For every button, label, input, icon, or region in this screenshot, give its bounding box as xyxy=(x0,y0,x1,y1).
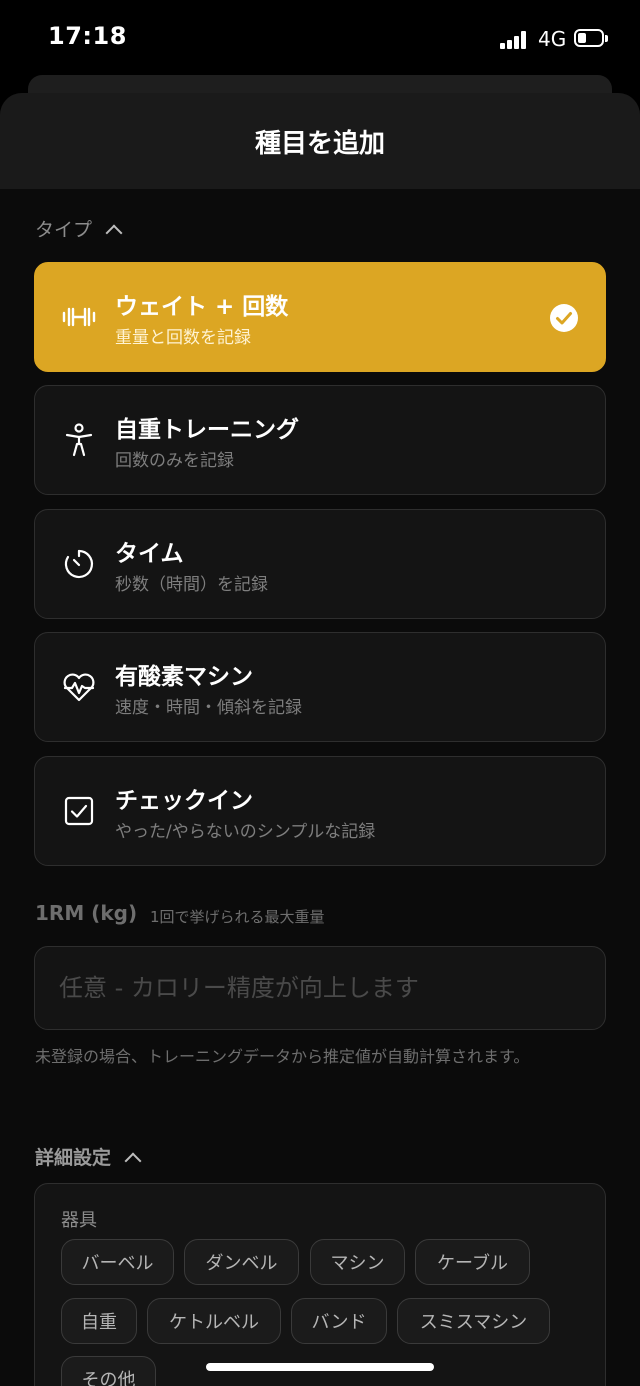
equipment-chip-other[interactable]: その他 xyxy=(61,1356,156,1386)
type-option-checkin[interactable]: チェックイン やった/やらないのシンプルな記録 xyxy=(34,756,606,866)
details-section-label: 詳細設定 xyxy=(35,1147,112,1169)
type-option-title: 有酸素マシン xyxy=(115,664,253,690)
type-option-weight-reps[interactable]: ウェイト + 回数 重量と回数を記録 xyxy=(34,262,606,372)
type-section-toggle[interactable]: タイプ xyxy=(35,215,123,242)
home-indicator[interactable] xyxy=(206,1363,434,1371)
type-option-title: チェックイン xyxy=(115,788,253,814)
equipment-chip-band[interactable]: バンド xyxy=(291,1298,387,1344)
type-option-description: 回数のみを記録 xyxy=(115,451,234,471)
screen: 17:18 4G 種目を追加 タイプ ウェイト + 回数 重量と回数を記録 自重… xyxy=(0,0,640,1386)
type-option-description: やった/やらないのシンプルな記録 xyxy=(115,822,376,842)
type-option-description: 速度・時間・傾斜を記録 xyxy=(115,698,302,718)
equipment-chip-barbell[interactable]: バーベル xyxy=(61,1239,174,1285)
dumbbell-icon xyxy=(62,307,96,327)
equipment-chip-dumbbell[interactable]: ダンベル xyxy=(184,1239,299,1285)
cellular-signal-icon xyxy=(500,31,528,49)
equipment-chip-cable[interactable]: ケーブル xyxy=(415,1239,530,1285)
status-time: 17:18 xyxy=(48,22,127,50)
chevron-up-icon xyxy=(124,1152,142,1170)
type-option-title: 自重トレーニング xyxy=(115,417,299,443)
person-icon xyxy=(65,423,93,457)
network-type: 4G xyxy=(538,27,567,51)
equipment-chip-bodyweight[interactable]: 自重 xyxy=(61,1298,137,1344)
equipment-card: 器具 バーベル ダンベル マシン ケーブル 自重 ケトルベル バンド スミスマシ… xyxy=(34,1183,606,1386)
type-option-time[interactable]: タイム 秒数（時間）を記録 xyxy=(34,509,606,619)
chevron-up-icon xyxy=(105,224,123,242)
add-exercise-sheet: 種目を追加 タイプ ウェイト + 回数 重量と回数を記録 自重トレーニング 回数… xyxy=(0,93,640,1386)
type-option-description: 重量と回数を記録 xyxy=(115,328,251,348)
one-rm-sublabel: 1回で挙げられる最大重量 xyxy=(150,908,325,926)
one-rm-input[interactable] xyxy=(34,946,606,1030)
timer-icon xyxy=(64,549,94,579)
type-option-cardio[interactable]: 有酸素マシン 速度・時間・傾斜を記録 xyxy=(34,632,606,742)
one-rm-label: 1RM (kg) xyxy=(35,901,138,925)
type-section-label: タイプ xyxy=(35,219,93,241)
sheet-header: 種目を追加 xyxy=(0,93,640,189)
status-bar: 17:18 4G xyxy=(0,0,640,80)
type-option-bodyweight[interactable]: 自重トレーニング 回数のみを記録 xyxy=(34,385,606,495)
equipment-chip-kettlebell[interactable]: ケトルベル xyxy=(147,1298,281,1344)
checkmark-circle-icon xyxy=(550,304,578,332)
details-section-toggle[interactable]: 詳細設定 xyxy=(35,1143,142,1170)
battery-icon xyxy=(574,29,608,49)
type-option-description: 秒数（時間）を記録 xyxy=(115,575,268,595)
type-option-title: タイム xyxy=(115,541,184,567)
checkbox-icon xyxy=(64,796,94,826)
equipment-label: 器具 xyxy=(61,1210,97,1231)
sheet-title: 種目を追加 xyxy=(254,129,385,159)
equipment-chip-smith-machine[interactable]: スミスマシン xyxy=(397,1298,550,1344)
type-option-title: ウェイト + 回数 xyxy=(115,294,289,320)
equipment-chip-machine[interactable]: マシン xyxy=(310,1239,405,1285)
one-rm-help-text: 未登録の場合、トレーニングデータから推定値が自動計算されます。 xyxy=(35,1047,530,1066)
heart-pulse-icon xyxy=(63,673,95,702)
